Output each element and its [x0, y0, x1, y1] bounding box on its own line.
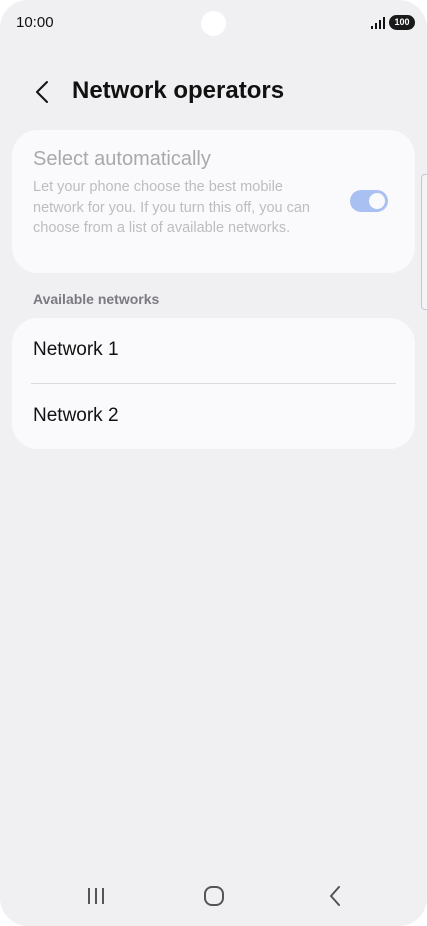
status-time: 10:00	[16, 14, 54, 31]
nav-back-button[interactable]	[319, 880, 351, 912]
home-button[interactable]	[198, 880, 230, 912]
app-header: Network operators	[0, 68, 427, 116]
select-automatically-title: Select automatically	[33, 148, 211, 170]
network-item-label: Network 2	[33, 405, 119, 426]
networks-list: Network 1 Network 2	[12, 318, 415, 449]
phone-screen: 10:00 100 Network operators Select autom…	[0, 0, 427, 926]
camera-cutout	[201, 11, 226, 36]
navigation-bar	[0, 866, 427, 926]
scroll-indicator[interactable]	[421, 174, 427, 310]
network-item-label: Network 1	[33, 339, 119, 360]
select-automatically-toggle[interactable]	[350, 190, 388, 212]
select-automatically-description: Let your phone choose the best mobile ne…	[33, 179, 310, 236]
recents-icon	[88, 888, 104, 904]
recents-button[interactable]	[80, 880, 112, 912]
chevron-left-icon	[36, 81, 48, 103]
network-item-1[interactable]: Network 1	[12, 318, 415, 383]
battery-icon: 100	[389, 15, 415, 30]
signal-icon	[371, 17, 385, 29]
page-title: Network operators	[72, 77, 285, 104]
back-icon	[330, 886, 340, 906]
network-item-2[interactable]: Network 2	[12, 384, 415, 449]
back-button[interactable]	[26, 76, 58, 108]
toggle-knob	[369, 193, 385, 209]
status-bar: 10:00 100	[0, 0, 427, 48]
available-networks-label: Available networks	[33, 291, 160, 307]
select-automatically-card[interactable]: Select automatically Let your phone choo…	[12, 130, 415, 273]
home-icon	[204, 886, 224, 906]
